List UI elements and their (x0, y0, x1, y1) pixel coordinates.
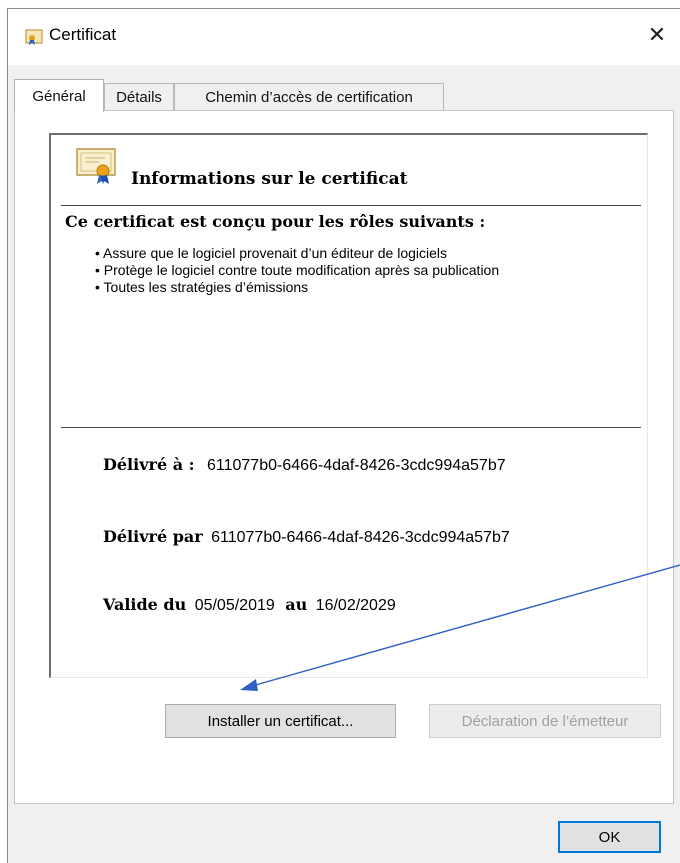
certificate-ribbon-icon (76, 148, 116, 184)
divider (61, 427, 641, 428)
validity-row: Valide du 05/05/2019 au 16/02/2029 (103, 595, 396, 615)
tab-details[interactable]: Détails (104, 83, 174, 111)
tab-label: Détails (116, 89, 162, 106)
role-item: • Protège le logiciel contre toute modif… (95, 262, 500, 278)
close-icon: ✕ (647, 22, 667, 47)
valid-to-value: 16/02/2029 (315, 597, 396, 614)
role-item: • Toutes les stratégies d’émissions (95, 279, 309, 295)
install-certificate-button[interactable]: Installer un certificat... (165, 704, 396, 738)
window-title: Certificat (49, 25, 117, 44)
issued-to-label: Délivré à : (103, 455, 195, 474)
certificate-window: Certificat ✕ Général Détails Chemin d’ac… (7, 8, 680, 863)
issuer-statement-button[interactable]: Déclaration de l’émetteur (429, 704, 661, 738)
tab-label: Chemin d’accès de certification (205, 89, 413, 106)
roles-title: Ce certificat est conçu pour les rôles s… (65, 212, 486, 231)
issued-by-label: Délivré par (103, 527, 203, 546)
issued-by-value: 611077b0-6466-4daf-8426-3cdc994a57b7 (211, 529, 510, 546)
valid-from-label: Valide du (103, 595, 187, 614)
tab-strip: Général Détails Chemin d’accès de certif… (8, 79, 680, 112)
valid-from-value: 05/05/2019 (194, 597, 275, 614)
role-item: • Assure que le logiciel provenait d’un … (95, 245, 448, 261)
tab-general[interactable]: Général (14, 79, 104, 112)
title-bar: Certificat ✕ (8, 9, 680, 65)
info-title: Informations sur le certificat (131, 169, 408, 189)
issued-by-row: Délivré par 611077b0-6466-4daf-8426-3cdc… (103, 527, 510, 547)
ok-button[interactable]: OK (558, 821, 661, 853)
issuer-statement-label: Déclaration de l’émetteur (461, 712, 629, 730)
valid-to-label: au (285, 595, 308, 614)
divider (61, 205, 641, 206)
issued-to-value: 611077b0-6466-4daf-8426-3cdc994a57b7 (206, 457, 506, 474)
general-panel: Informations sur le certificat Ce certif… (14, 110, 674, 804)
roles-list: • Assure que le logiciel provenait d’un … (95, 245, 575, 296)
certificate-info-box: Informations sur le certificat Ce certif… (49, 133, 648, 678)
issued-to-row: Délivré à : 611077b0-6466-4daf-8426-3cdc… (103, 455, 506, 475)
certificate-icon (25, 29, 43, 45)
tab-certification-path[interactable]: Chemin d’accès de certification (174, 83, 444, 111)
tab-label: Général (32, 87, 86, 105)
close-button[interactable]: ✕ (634, 15, 680, 55)
install-certificate-label: Installer un certificat... (207, 712, 354, 730)
ok-label: OK (598, 828, 621, 846)
